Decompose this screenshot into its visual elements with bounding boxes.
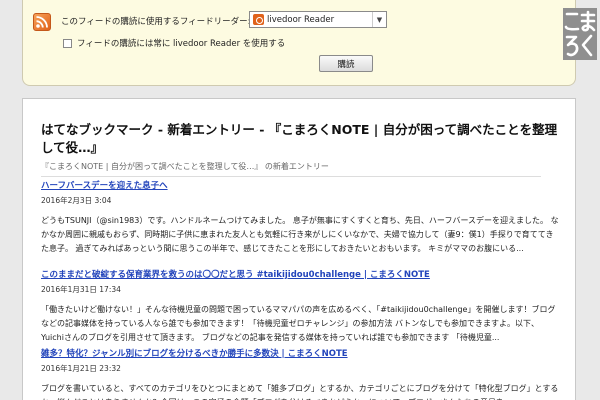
chevron-down-icon[interactable]: ▼ (372, 12, 386, 27)
entry-body: どうもTSUNJI（@sin1983）です。ハンドルネームつけてみました。 息子… (41, 216, 559, 253)
entry-item: ハーフバースデーを迎えた息子へ 2016年2月3日 3:04 どうもTSUNJI… (41, 181, 561, 256)
feed-reader-label: このフィードの購読に使用するフィードリーダー: (61, 17, 251, 27)
feed-reader-selected-value: livedoor Reader (267, 14, 335, 25)
subscribe-panel: このフィードの購読に使用するフィードリーダー: livedoor Reader … (22, 0, 576, 86)
entry-date: 2016年1月21日 23:32 (41, 364, 121, 373)
page-title: はてなブックマーク - 新着エントリー - 『こまろくNOTE | 自分が困って… (41, 122, 558, 155)
entry-item: このままだと破綻する保育業界を救うのは〇〇だと思う #taikijidou0ch… (41, 270, 561, 345)
komaroku-logo (563, 8, 597, 60)
entry-title-link[interactable]: 雑多？特化？ジャンル別にブログを分けるべきか勝手に多数決 | こまろくNOTE (41, 349, 561, 360)
entry-title-link[interactable]: このままだと破綻する保育業界を救うのは〇〇だと思う #taikijidou0ch… (41, 270, 561, 281)
entry-date: 2016年2月3日 3:04 (41, 196, 112, 205)
entry-title-link[interactable]: ハーフバースデーを迎えた息子へ (41, 181, 561, 192)
page-subtitle: 『こまろくNOTE | 自分が困って調べたことを整理して役…』 の新着エントリー (41, 161, 541, 177)
always-use-reader-checkbox[interactable] (63, 38, 72, 48)
entry-body: ブログを書いていると、すべてのカテゴリをひとつにまとめて「雑多ブログ」とするか、… (41, 384, 559, 400)
feed-reader-select[interactable]: livedoor Reader ▼ (249, 11, 387, 28)
livedoor-reader-icon (253, 14, 264, 25)
rss-feed-icon (33, 13, 51, 31)
content-panel: はてなブックマーク - 新着エントリー - 『こまろくNOTE | 自分が困って… (22, 98, 576, 400)
entry-item: 雑多？特化？ジャンル別にブログを分けるべきか勝手に多数決 | こまろくNOTE … (41, 349, 561, 400)
always-use-reader-option[interactable]: フィードの購読には常に livedoor Reader を使用する (63, 37, 285, 49)
subscribe-button[interactable]: 購読 (319, 55, 373, 72)
entry-date: 2016年1月31日 17:34 (41, 285, 121, 294)
always-use-reader-label: フィードの購読には常に livedoor Reader を使用する (77, 39, 286, 49)
entry-body: 「働きたいけど働けない！」そんな待機児童の問題で困っているママパパの声を広めるべ… (41, 305, 556, 342)
